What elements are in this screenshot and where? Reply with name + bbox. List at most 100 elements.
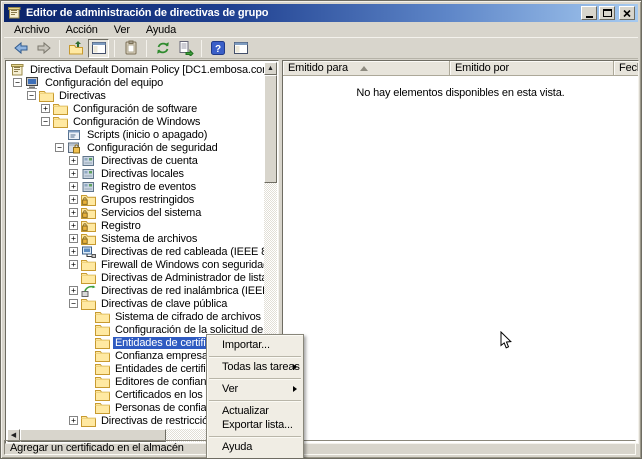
tree-item-registro[interactable]: +Registro	[7, 219, 264, 232]
tree-item-directiva-default-domain-policy-dc1-embosa[interactable]: Directiva Default Domain Policy [DC1.emb…	[7, 63, 264, 76]
tree-item-label: Directivas de red cableada (IEEE 802.3)	[99, 246, 264, 258]
policy-box-icon	[81, 155, 96, 167]
expand-icon[interactable]: +	[69, 169, 78, 178]
expand-icon[interactable]: +	[69, 182, 78, 191]
up-one-level-folder-icon	[68, 40, 84, 56]
tree-item-grupos-restringidos[interactable]: +Grupos restringidos	[7, 193, 264, 206]
tree-item-servicios-del-sistema[interactable]: + Servicios del sistema	[7, 206, 264, 219]
tree-item-directivas[interactable]: − Directivas	[7, 89, 264, 102]
tool-bar: ?	[4, 37, 638, 59]
tree-item-directivas-de-red-inalambrica-ieee-802-11[interactable]: +Directivas de red inalámbrica (IEEE 802…	[7, 284, 264, 297]
tree-item-firewall-de-windows-con-seguridad-avanzad[interactable]: +Firewall de Windows con seguridad avanz…	[7, 258, 264, 271]
folder-icon	[95, 402, 110, 414]
tree-item-label: Sistema de archivos	[99, 233, 199, 245]
title-bar[interactable]: Editor de administración de directivas d…	[4, 4, 638, 22]
submenu-arrow-icon	[293, 364, 297, 370]
forward-arrow-button[interactable]	[33, 39, 54, 58]
export-list-icon	[178, 40, 194, 56]
context-menu-item-label: Exportar lista...	[222, 419, 293, 431]
minimize-button[interactable]	[581, 6, 597, 20]
menu-ver[interactable]: Ver	[106, 23, 138, 37]
expand-icon[interactable]: +	[69, 156, 78, 165]
expand-icon[interactable]: +	[69, 247, 78, 256]
tree-item-label: Directivas de Administrador de listas de…	[99, 272, 264, 284]
folder-icon	[95, 363, 110, 375]
folder-icon	[95, 376, 110, 388]
wireless-network-icon	[81, 285, 96, 297]
context-menu-item-exportar-lista[interactable]: Exportar lista...	[207, 419, 303, 433]
column-header-emitido-por[interactable]: Emitido por	[450, 61, 614, 76]
menu-ayuda[interactable]: Ayuda	[138, 23, 184, 37]
tree-item-registro-de-eventos[interactable]: + Registro de eventos	[7, 180, 264, 193]
help-icon: ?	[210, 40, 226, 56]
collapse-icon[interactable]: −	[55, 143, 64, 152]
tree-item-configuracion-de-windows[interactable]: −Configuración de Windows	[7, 115, 264, 128]
menu-separator	[209, 378, 301, 380]
tree-item-label: Registro de eventos	[99, 181, 198, 193]
tree-item-directivas-locales[interactable]: +Directivas locales	[7, 167, 264, 180]
empty-list-message: No hay elementos disponibles en esta vis…	[283, 87, 638, 99]
context-menu-item-ayuda[interactable]: Ayuda	[207, 441, 303, 455]
tree-item-configuracion-del-equipo[interactable]: −Configuración del equipo	[7, 76, 264, 89]
menu-separator	[209, 400, 301, 402]
tree-item-label: Servicios del sistema	[99, 207, 203, 219]
collapse-icon[interactable]: −	[69, 299, 78, 308]
toolbar-separator	[146, 40, 147, 57]
tree-item-directivas-de-red-cableada-ieee-802-3[interactable]: + Directivas de red cableada (IEEE 802.3)	[7, 245, 264, 258]
forward-arrow-icon	[36, 40, 52, 56]
clipboard-button[interactable]	[120, 39, 141, 58]
collapse-icon[interactable]: −	[13, 78, 22, 87]
scroll-up-button[interactable]: ▲	[264, 62, 277, 75]
expand-icon[interactable]: +	[69, 260, 78, 269]
expand-icon[interactable]: +	[69, 195, 78, 204]
collapse-icon[interactable]: −	[41, 117, 50, 126]
column-header-fecha-de[interactable]: Fecha de	[614, 61, 639, 76]
tree-item-sistema-de-archivos[interactable]: + Sistema de archivos	[7, 232, 264, 245]
list-column-headers: Emitido paraEmitido por Fecha de	[283, 61, 638, 76]
folder-icon	[53, 116, 68, 128]
export-list-button[interactable]	[175, 39, 196, 58]
tree-item-directivas-de-administrador-de-listas-de-r[interactable]: Directivas de Administrador de listas de…	[7, 271, 264, 284]
maximize-icon	[603, 9, 612, 17]
column-header-emitido-para[interactable]: Emitido para	[283, 61, 450, 76]
vertical-scroll-thumb[interactable]	[264, 75, 277, 183]
expand-icon[interactable]: +	[69, 208, 78, 217]
folder-icon	[53, 103, 68, 115]
close-button[interactable]	[619, 6, 635, 20]
expand-icon[interactable]: +	[69, 221, 78, 230]
svg-text:?: ?	[214, 44, 220, 55]
tree-item-directivas-de-cuenta[interactable]: +Directivas de cuenta	[7, 154, 264, 167]
menu-separator	[209, 436, 301, 438]
tree-item-sistema-de-cifrado-de-archivos-efs[interactable]: Sistema de cifrado de archivos (EFS)	[7, 310, 264, 323]
tree-item-label: Directivas	[57, 90, 108, 102]
context-menu-item-ver[interactable]: Ver	[207, 383, 303, 397]
folder-icon	[95, 324, 110, 336]
back-arrow-button[interactable]	[10, 39, 31, 58]
column-header-label: Fecha de	[619, 62, 639, 74]
up-one-level-folder-button[interactable]	[65, 39, 86, 58]
gpo-scroll-icon	[10, 64, 25, 76]
maximize-button[interactable]	[599, 6, 615, 20]
sort-ascending-icon	[360, 66, 368, 71]
expand-icon[interactable]: +	[69, 286, 78, 295]
tree-item-label: Configuración de seguridad	[85, 142, 220, 154]
new-window-button[interactable]	[230, 39, 251, 58]
new-window-icon	[233, 40, 249, 56]
context-menu-item-actualizar[interactable]: Actualizar	[207, 405, 303, 419]
expand-icon[interactable]: +	[69, 416, 78, 425]
expand-icon[interactable]: +	[69, 234, 78, 243]
clipboard-icon	[123, 40, 139, 56]
expand-icon[interactable]: +	[41, 104, 50, 113]
tree-item-directivas-de-clave-publica[interactable]: −Directivas de clave pública	[7, 297, 264, 310]
show-console-tree-button[interactable]	[88, 39, 109, 58]
tree-item-scripts-inicio-o-apagado[interactable]: Scripts (inicio o apagado)	[7, 128, 264, 141]
help-button[interactable]: ?	[207, 39, 228, 58]
tree-item-configuracion-de-seguridad[interactable]: − Configuración de seguridad	[7, 141, 264, 154]
refresh-button[interactable]	[152, 39, 173, 58]
menu-archivo[interactable]: Archivo	[6, 23, 58, 37]
collapse-icon[interactable]: −	[27, 91, 36, 100]
context-menu-item-importar[interactable]: Importar...	[207, 339, 303, 353]
tree-item-configuracion-de-software[interactable]: +Configuración de software	[7, 102, 264, 115]
menu-accion[interactable]: Acción	[58, 23, 106, 37]
context-menu-item-todas-las-tareas[interactable]: Todas las tareas	[207, 361, 303, 375]
